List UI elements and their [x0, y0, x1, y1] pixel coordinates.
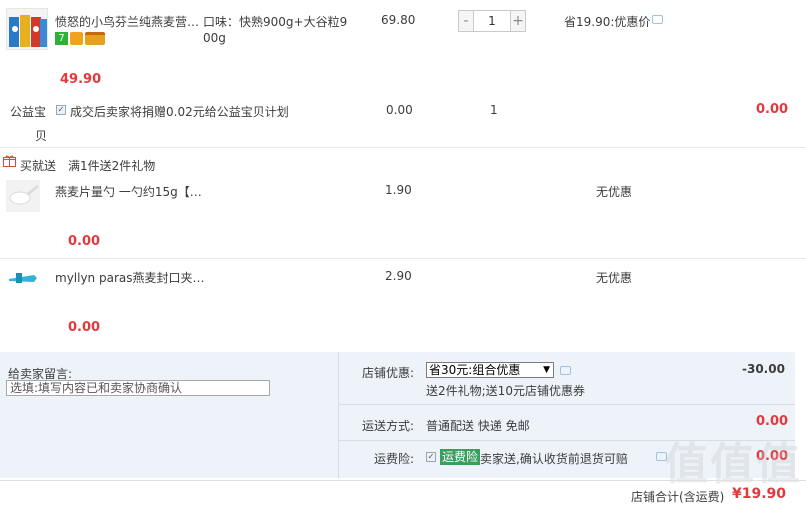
charity-label-line1: 公益宝	[10, 105, 47, 119]
charity-label-line2: 贝	[35, 129, 48, 143]
insurance-checkbox[interactable]: ✓	[426, 452, 436, 462]
product-badges: 7	[55, 32, 105, 45]
item-subtotal: 49.90	[60, 72, 102, 87]
watermark: 值值值	[664, 439, 802, 490]
gift-thumbnail[interactable]	[6, 180, 40, 212]
gift-title-link[interactable]: 燕麦片量勺 一勺约15g【…	[55, 183, 202, 200]
clip-image	[6, 266, 40, 292]
charity-subtotal: 0.00	[756, 102, 789, 117]
shop-discount-label: 店铺优惠:	[362, 366, 415, 380]
gift-subtotal: 0.00	[68, 234, 101, 249]
gift-promo: 无优惠	[596, 271, 633, 285]
shipping-value: 普通配送 快递 免邮	[426, 419, 530, 433]
gift-subtotal: 0.00	[68, 320, 101, 335]
shipping-amount: 0.00	[756, 414, 789, 429]
gift-tag: 买就送	[20, 159, 57, 173]
product-image	[7, 9, 47, 49]
total-label: 店铺合计(含运费)	[631, 490, 725, 504]
gift-title-link[interactable]: myllyn paras燕麦封口夹…	[55, 269, 205, 286]
panel-divider	[338, 352, 339, 478]
gift-icon	[3, 155, 16, 167]
insurance-tag: 运费险	[440, 449, 481, 465]
unit-price: 69.80	[381, 13, 416, 27]
quantity-input[interactable]: 1	[474, 10, 510, 32]
decrease-button[interactable]: -	[458, 10, 474, 32]
shop-discount-amount: -30.00	[742, 362, 785, 376]
product-title-link[interactable]: 愤怒的小鸟芬兰纯燕麦营…	[55, 13, 199, 30]
divider	[0, 258, 806, 259]
credit-card-icon	[85, 32, 105, 45]
dropdown-arrow-icon: ▼	[543, 365, 550, 375]
spoon-image	[6, 180, 40, 212]
gift-rule: 满1件送2件礼物	[68, 159, 156, 173]
quantity-stepper: - 1 +	[458, 10, 528, 32]
seven-day-return-icon: 7	[55, 32, 68, 45]
promo-info-icon[interactable]	[652, 15, 663, 24]
guarantee-icon	[70, 32, 83, 45]
insurance-label: 运费险:	[374, 452, 415, 466]
product-spec-line1: 口味：快熟900g+大谷粒9	[203, 15, 348, 29]
charity-text: 成交后卖家将捐赠0.02元给公益宝贝计划	[70, 105, 289, 119]
divider	[0, 480, 806, 481]
gift-promo: 无优惠	[596, 185, 633, 199]
charity-price: 0.00	[386, 103, 413, 117]
gift-thumbnail[interactable]	[6, 266, 40, 292]
product-spec-line2: 00g	[203, 31, 226, 45]
insurance-text: 卖家送,确认收货前退货可赔	[480, 452, 628, 466]
product-thumbnail[interactable]	[6, 8, 48, 50]
total-amount: ¥19.90	[732, 486, 787, 502]
divider	[0, 147, 806, 148]
discount-info-icon[interactable]	[560, 366, 571, 375]
increase-button[interactable]: +	[510, 10, 526, 32]
charity-quantity: 1	[490, 103, 498, 117]
promo-text: 省19.90:优惠价	[564, 15, 651, 29]
gift-price: 2.90	[385, 269, 412, 283]
charity-checkbox[interactable]: ✓	[56, 105, 66, 115]
panel-divider	[339, 404, 795, 405]
shop-discount-selected: 省30元:组合优惠	[429, 363, 521, 377]
seller-message-input[interactable]: 选填:填写内容已和卖家协商确认	[6, 380, 270, 396]
shipping-label: 运送方式:	[362, 419, 415, 433]
shop-discount-note: 送2件礼物;送10元店铺优惠券	[426, 384, 585, 398]
shop-discount-select[interactable]: 省30元:组合优惠 ▼	[426, 362, 554, 378]
gift-price: 1.90	[385, 183, 412, 197]
